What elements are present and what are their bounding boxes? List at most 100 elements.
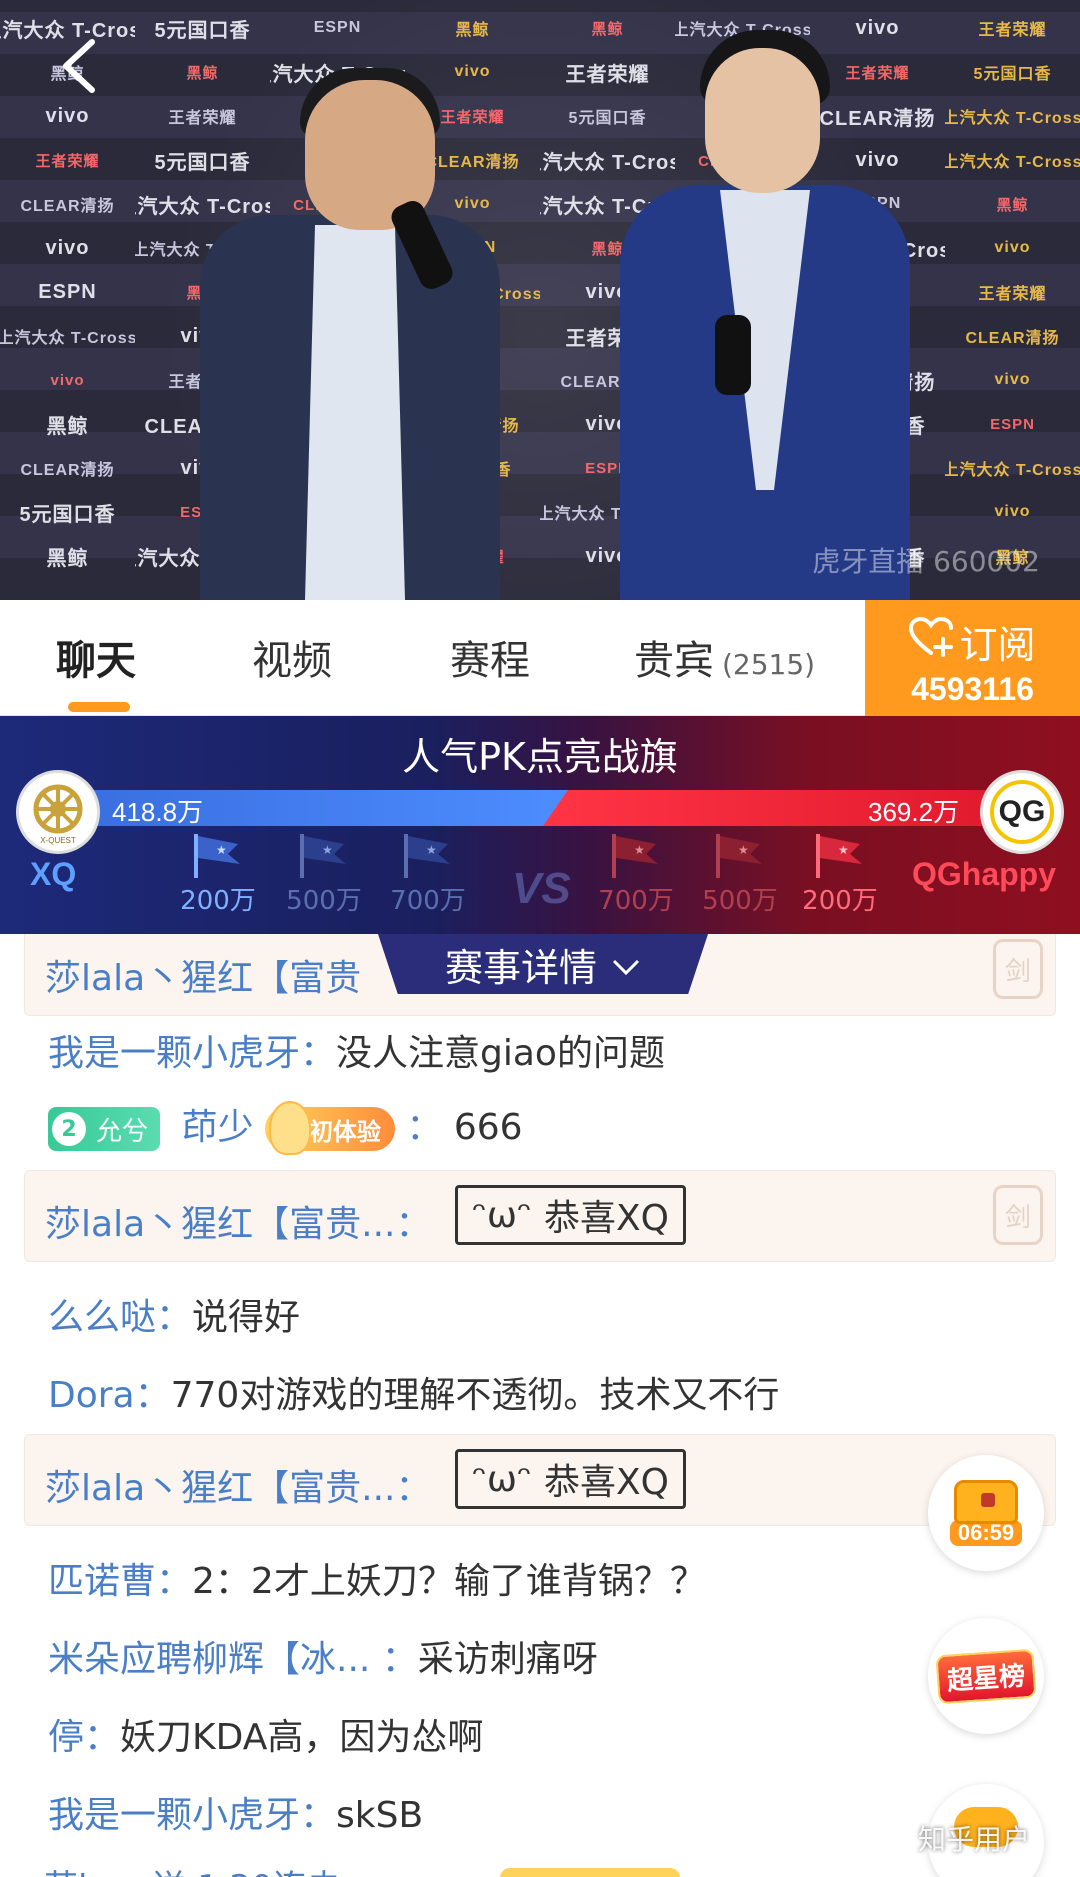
- match-details-button[interactable]: 赛事详情: [378, 934, 708, 994]
- sponsor-logo: 上汽大众 T-Cross: [945, 462, 1080, 479]
- flag-right-3-label: 200万: [802, 886, 878, 916]
- sponsor-logo: 上汽大众 T-Cross: [945, 154, 1080, 171]
- flag-left-1[interactable]: ★ 200万: [170, 830, 266, 917]
- popularity-pk-banner[interactable]: 人气PK点亮战旗 418.8万 369.2万 X-QUEST QG XQ QGh…: [0, 716, 1080, 934]
- match-details-label: 赛事详情: [444, 945, 597, 990]
- svg-text:QG: QG: [999, 795, 1046, 828]
- superstar-rank-button[interactable]: 超星榜: [928, 1618, 1044, 1734]
- treasure-chest-button[interactable]: 06:59: [928, 1455, 1044, 1571]
- chat-text: 770对游戏的理解不透彻。技术又不行: [170, 1375, 780, 1416]
- chat-nick[interactable]: 匹诺曹：: [48, 1561, 192, 1602]
- qghappy-team-name: QGhappy: [912, 856, 1057, 892]
- chat-nick[interactable]: 停：: [48, 1717, 120, 1758]
- subscriber-count: 4593116: [911, 671, 1034, 707]
- subscribe-button[interactable]: 订阅 4593116: [865, 600, 1080, 716]
- chat-nick[interactable]: 我是一颗小虎牙：: [48, 1795, 336, 1836]
- back-arrow-icon[interactable]: [48, 36, 108, 96]
- chat-nick[interactable]: 我是一颗小虎牙：: [48, 1033, 336, 1074]
- active-tab-indicator: [68, 702, 130, 712]
- svg-text:★: ★: [738, 843, 749, 857]
- sponsor-logo: vivo: [855, 16, 900, 39]
- sponsor-logo: 5元国口香: [19, 503, 116, 526]
- svg-text:★: ★: [426, 843, 437, 857]
- chat-message: 匹诺曹：2：2才上妖刀？输了谁背锅？？: [48, 1552, 706, 1604]
- sponsor-logo: 黑鲸: [591, 20, 624, 38]
- chat-text: 恭喜XQ: [543, 1198, 669, 1239]
- gift-bubble: ᵔωᵔ 恭喜XQ: [455, 1185, 686, 1245]
- flag-icon: ★: [716, 834, 762, 878]
- chat-message: 米朵应聘柳辉【冰... ：采访刺痛呀: [48, 1630, 598, 1682]
- noble-nick[interactable]: 莎lala丶猩红【富贵: [45, 949, 361, 1001]
- emoji-face-icon: ᵔωᵔ: [472, 1194, 532, 1236]
- combo-bar: [500, 1868, 680, 1877]
- chat-list[interactable]: 莎lala丶猩红【富贵 剑 赛事详情 我是一颗小虎牙：没人注意giao的问题 2…: [0, 934, 1080, 1877]
- partial-chat-message: 莎l..... 送 1 20连击: [44, 1860, 341, 1877]
- newbie-badge: 初体验: [264, 1101, 395, 1155]
- tab-video[interactable]: 视频: [252, 628, 332, 686]
- flag-left-2-label: 500万: [286, 886, 362, 916]
- chat-text: 2：2才上妖刀？输了谁背锅？？: [192, 1561, 706, 1602]
- sponsor-logo: 王者荣耀: [565, 63, 650, 86]
- noble-message: 莎lala丶猩红【富贵...： ᵔωᵔ 恭喜XQ 剑: [24, 1170, 1056, 1262]
- flag-left-2[interactable]: ★ 500万: [276, 830, 372, 917]
- sponsor-logo: 黑鲸: [455, 22, 490, 39]
- sponsor-logo: 王者荣耀: [978, 286, 1047, 303]
- sword-badge-icon: 剑: [993, 939, 1043, 999]
- sponsor-logo: 5元国口香: [568, 110, 647, 127]
- chat-message: 2 允兮 茚少 初体验 ： 666: [48, 1098, 523, 1155]
- qghappy-team-logo[interactable]: QG: [980, 770, 1064, 854]
- sponsor-logo: 5元国口香: [154, 151, 251, 174]
- sponsor-logo: 王者荣耀: [845, 64, 910, 82]
- chat-text: 采访刺痛呀: [417, 1639, 598, 1680]
- flag-icon: ★: [194, 834, 240, 878]
- flag-right-1[interactable]: ★ 700万: [588, 830, 684, 917]
- chat-nick[interactable]: 么么哒：: [48, 1297, 192, 1338]
- chat-message: 我是一颗小虎牙：没人注意giao的问题: [48, 1024, 665, 1076]
- noble-nick[interactable]: 莎lala丶猩红【富贵...：: [45, 1195, 431, 1247]
- chevron-down-icon: [611, 942, 641, 986]
- sponsor-logo: vivo: [45, 236, 90, 259]
- chat-message: Dora：770对游戏的理解不透彻。技术又不行: [48, 1366, 779, 1418]
- tab-schedule[interactable]: 赛程: [450, 628, 530, 686]
- pk-title: 人气PK点亮战旗: [402, 735, 678, 779]
- chat-nick[interactable]: 米朵应聘柳辉【冰... ：: [48, 1639, 418, 1680]
- chat-message: 么么哒：说得好: [48, 1288, 300, 1340]
- xq-team-logo[interactable]: X-QUEST: [16, 770, 100, 854]
- flag-icon: ★: [816, 834, 862, 878]
- vs-label: VS: [512, 864, 571, 913]
- flag-left-3[interactable]: ★ 700万: [380, 830, 476, 917]
- sponsor-logo: CLEAR清扬: [20, 462, 115, 479]
- sponsor-logo: 黑鲸: [996, 196, 1029, 214]
- tab-chat[interactable]: 聊天: [56, 628, 136, 686]
- tab-guests-label: 贵宾: [634, 638, 714, 684]
- tab-guests[interactable]: 贵宾 (2515): [634, 628, 815, 686]
- chat-nick[interactable]: Dora：: [48, 1375, 171, 1416]
- sponsor-logo: vivo: [855, 148, 900, 171]
- sponsor-logo: vivo: [50, 371, 85, 389]
- pk-left-value: 418.8万: [112, 797, 204, 827]
- video-player[interactable]: 上汽大众 T-Cross5元国口香ESPN黑鲸黑鲸上汽大众 T-Crossviv…: [0, 0, 1080, 600]
- chat-separator: ：: [406, 1107, 443, 1148]
- fan-badge[interactable]: 2 允兮: [48, 1107, 161, 1151]
- sword-badge-icon: 剑: [993, 1185, 1043, 1245]
- sponsor-logo: CLEAR清扬: [819, 107, 936, 130]
- guest-count: (2515): [722, 648, 816, 681]
- sponsor-logo: ESPN: [990, 415, 1035, 433]
- noble-nick[interactable]: 莎lala丶猩红【富贵...：: [45, 1459, 431, 1511]
- chat-text: 恭喜XQ: [543, 1462, 669, 1503]
- host-head: [705, 48, 820, 193]
- chat-nick[interactable]: 茚少: [181, 1107, 253, 1148]
- chat-text: skSB: [336, 1795, 424, 1836]
- sponsor-logo: vivo: [45, 104, 90, 127]
- flag-right-2[interactable]: ★ 500万: [692, 830, 788, 917]
- sponsor-logo: CLEAR清扬: [965, 330, 1060, 347]
- sponsor-logo: 黑鲸: [46, 415, 89, 438]
- flag-icon: ★: [300, 834, 346, 878]
- sponsor-logo: 5元国口香: [154, 19, 251, 42]
- gift-bubble: ᵔωᵔ 恭喜XQ: [455, 1449, 686, 1509]
- sponsor-logo: 上汽大众 T-Cross: [945, 110, 1080, 127]
- svg-text:X-QUEST: X-QUEST: [40, 836, 76, 845]
- pk-right-value: 369.2万: [868, 797, 960, 827]
- flag-right-3[interactable]: ★ 200万: [792, 830, 888, 917]
- sponsor-logo: 5元国口香: [973, 66, 1052, 83]
